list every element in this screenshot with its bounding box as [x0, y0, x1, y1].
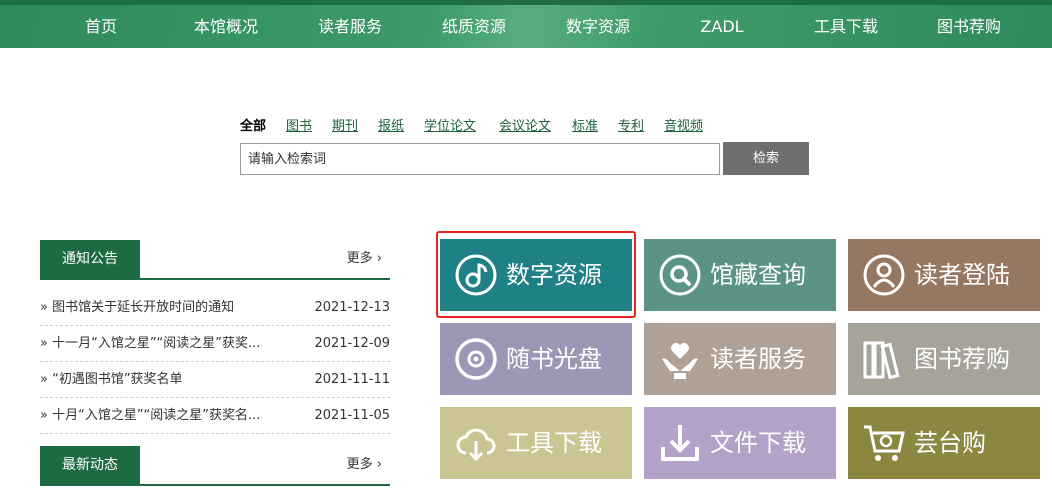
tile-reader-login[interactable]: 读者登陆	[848, 239, 1040, 311]
heart-hand-icon	[662, 343, 698, 379]
nav-reader-services[interactable]: 读者服务	[318, 5, 382, 48]
books-icon	[863, 341, 900, 380]
notice-item[interactable]: » 十一月“入馆之星”“阅读之星”获奖... 2021-12-09	[40, 326, 390, 362]
tile-collection-search[interactable]: 馆藏查询	[644, 239, 836, 311]
tile-label: 工具下载	[506, 429, 602, 457]
user-circle-icon	[863, 254, 905, 296]
tile-label: 图书荐购	[914, 345, 1010, 373]
notice-date: 2021-12-09	[314, 336, 390, 351]
notice-date: 2021-12-13	[314, 300, 390, 315]
nav-tool-download[interactable]: 工具下载	[814, 5, 878, 48]
notice-title: » 十月“入馆之星”“阅读之星”获奖名...	[40, 408, 261, 423]
tile-file-download[interactable]: 文件下载	[644, 407, 836, 479]
search-tab-patents[interactable]: 专利	[618, 115, 644, 134]
selection-highlight	[436, 231, 636, 318]
cart-icon	[864, 425, 905, 461]
tile-label: 读者登陆	[914, 261, 1010, 289]
tile-yuntai-shop[interactable]: 芸台购	[848, 407, 1040, 479]
tile-label: 读者服务	[710, 345, 806, 373]
search-tab-audio-video[interactable]: 音视频	[664, 115, 703, 134]
tile-label: 芸台购	[914, 429, 986, 457]
news-more-link[interactable]: 更多 ›	[347, 446, 382, 484]
tile-book-recommend[interactable]: 图书荐购	[848, 323, 1040, 395]
nav-home[interactable]: 首页	[85, 5, 117, 48]
nav-digital-resources[interactable]: 数字资源	[566, 5, 630, 48]
nav-zadl[interactable]: ZADL	[700, 5, 743, 48]
search-circle-icon	[659, 254, 701, 296]
nav-book-recommend[interactable]: 图书荐购	[937, 5, 1001, 48]
news-title: 最新动态	[40, 446, 140, 486]
nav-paper-resources[interactable]: 纸质资源	[442, 5, 506, 48]
search-tab-newspapers[interactable]: 报纸	[378, 115, 404, 134]
notices-more-link[interactable]: 更多 ›	[347, 240, 382, 278]
notices-title: 通知公告	[40, 240, 140, 280]
download-tray-icon	[661, 425, 699, 461]
tile-label: 馆藏查询	[710, 261, 806, 289]
nav-about[interactable]: 本馆概况	[194, 5, 258, 48]
cloud-download-icon	[456, 428, 496, 462]
tile-label: 随书光盘	[506, 345, 602, 373]
tile-book-cd[interactable]: 随书光盘	[440, 323, 632, 395]
top-nav-bar: 首页 本馆概况 读者服务 纸质资源 数字资源 ZADL 工具下载 图书荐购	[0, 0, 1052, 48]
search-tab-standards[interactable]: 标准	[572, 115, 598, 134]
tile-label: 文件下载	[710, 429, 806, 457]
notice-title: » 十一月“入馆之星”“阅读之星”获奖...	[40, 336, 261, 351]
news-header: 最新动态 更多 ›	[40, 446, 390, 486]
notice-item[interactable]: » “初遇图书馆”获奖名单 2021-11-11	[40, 362, 390, 398]
search-tab-theses[interactable]: 学位论文	[424, 115, 476, 134]
notices-header: 通知公告 更多 ›	[40, 240, 390, 280]
search-tab-journals[interactable]: 期刊	[332, 115, 358, 134]
cd-icon	[455, 338, 497, 380]
notice-title: » 图书馆关于延长开放时间的通知	[40, 300, 235, 315]
notice-date: 2021-11-05	[314, 408, 390, 423]
notice-item[interactable]: » 图书馆关于延长开放时间的通知 2021-12-13	[40, 290, 390, 326]
search-input[interactable]	[240, 143, 720, 175]
notice-date: 2021-11-11	[314, 372, 390, 387]
tile-tool-download[interactable]: 工具下载	[440, 407, 632, 479]
tile-reader-services[interactable]: 读者服务	[644, 323, 836, 395]
notice-title: » “初遇图书馆”获奖名单	[40, 372, 183, 387]
search-tab-conference[interactable]: 会议论文	[499, 115, 551, 134]
search-tab-books[interactable]: 图书	[286, 115, 312, 134]
search-tab-all[interactable]: 全部	[240, 115, 266, 134]
notice-item[interactable]: » 十月“入馆之星”“阅读之星”获奖名... 2021-11-05	[40, 398, 390, 434]
search-button[interactable]: 检索	[723, 142, 809, 175]
